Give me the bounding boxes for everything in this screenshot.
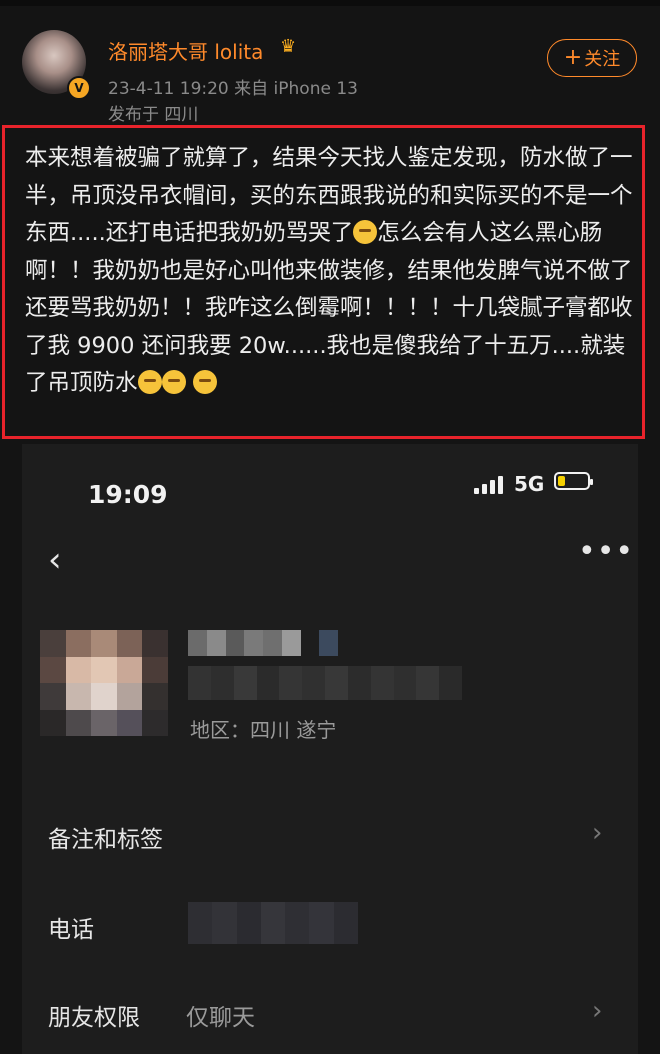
friend-permission-value: 仅聊天 [186,1005,255,1031]
chevron-right-icon: › [592,818,603,848]
signal-icon [474,476,508,494]
sad-emoji-icon [137,370,162,394]
blurred-phone-number [188,902,358,944]
verified-badge-icon: V [67,76,91,100]
sad-emoji-icon [192,370,217,394]
post-location: 发布于 四川 [108,105,199,125]
follow-button[interactable]: + 关注 [547,39,637,77]
crying-emoji-icon [353,220,378,244]
username[interactable]: 洛丽塔大哥 lolita [108,36,263,65]
blurred-contact-avatar [40,630,168,736]
post-text: 本来想着被骗了就算了，结果今天找人鉴定发现，防水做了一半，吊顶没吊衣帽间，买的东… [25,140,642,403]
row-phone[interactable]: 电话 [48,910,94,944]
top-edge [0,0,660,6]
status-time: 19:09 [88,480,168,509]
blurred-contact-id [188,666,462,700]
post-text-part-2: 怎么会有人这么黑心肠啊！！我奶奶也是好心叫他来做装修，结果他发脾气说不做了还要骂… [25,220,633,396]
post-meta: 23-4-11 19:20 来自 iPhone 13 [108,79,358,99]
back-chevron-icon[interactable]: ‹ [48,540,62,580]
row-friend-permission[interactable]: 朋友权限 [48,998,140,1032]
follow-label: 关注 [584,49,621,70]
chevron-right-icon: › [592,996,603,1026]
more-options-icon[interactable]: ••• [578,534,634,569]
row-remarks-tags[interactable]: 备注和标签 [48,820,163,854]
contact-region: 地区：四川 遂宁 [190,718,337,742]
sad-emoji-icon [161,370,186,394]
network-type: 5G [514,472,545,496]
post-text-highlight-box: 本来想着被骗了就算了，结果今天找人鉴定发现，防水做了一半，吊顶没吊衣帽间，买的东… [2,125,645,439]
plus-icon: + [563,45,583,70]
crown-icon: ♛ [280,36,297,57]
battery-icon [554,472,593,490]
blurred-contact-name [188,630,338,656]
embedded-contact-screenshot: 19:09 5G ‹ ••• 地区：四川 遂宁 备注和标签 › 电话 朋友权限 … [22,444,638,1054]
